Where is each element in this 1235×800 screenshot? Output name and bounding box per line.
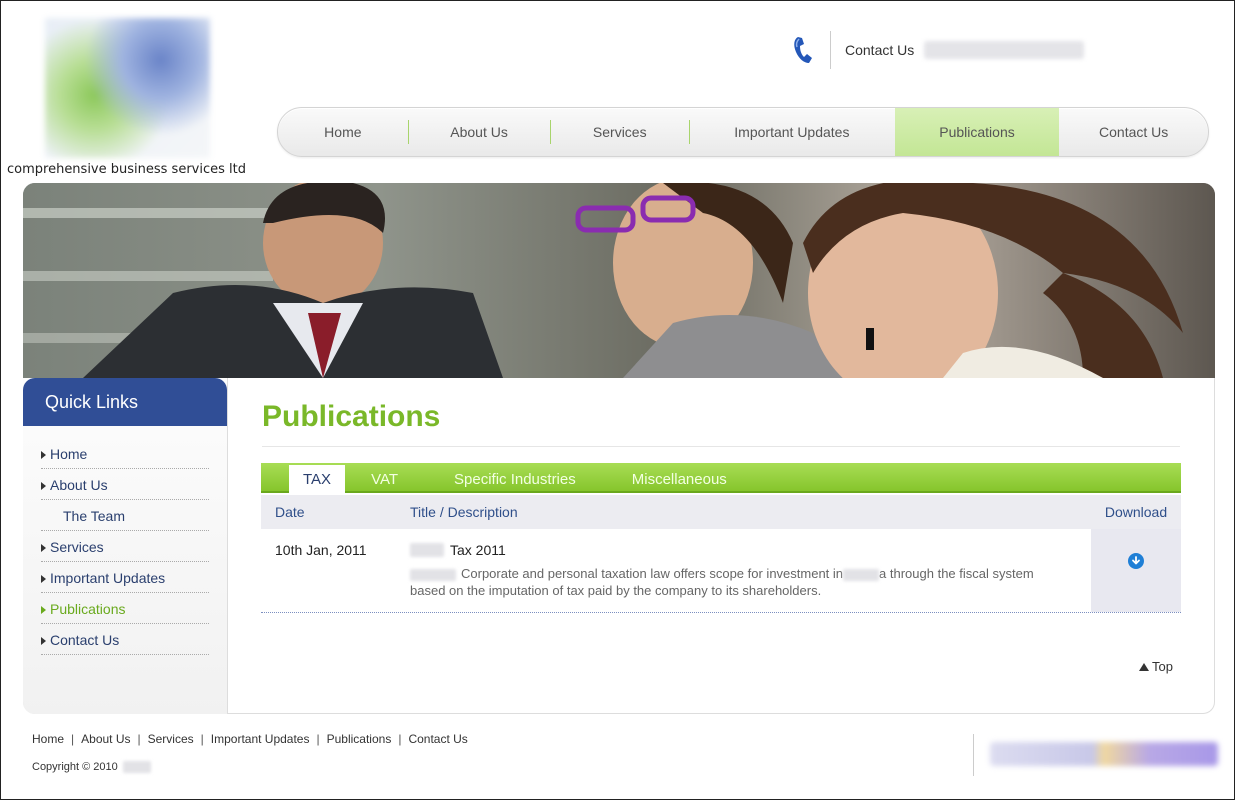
nav-services[interactable]: Services	[550, 108, 689, 156]
sidebar-item-contact-us[interactable]: Contact Us	[41, 624, 209, 655]
arrow-right-icon	[41, 606, 46, 614]
footer-link-contact-us[interactable]: Contact Us	[408, 732, 467, 746]
company-logo[interactable]	[45, 18, 210, 158]
footer-link-important-updates[interactable]: Important Updates	[211, 732, 310, 746]
copyright-notice: Copyright © 2010	[32, 761, 151, 773]
sidebar-item-label: Important Updates	[50, 570, 166, 586]
tab-miscellaneous[interactable]: Miscellaneous	[604, 465, 755, 493]
main-nav: Home About Us Services Important Updates…	[277, 107, 1209, 157]
hero-banner	[23, 183, 1215, 378]
nav-about-us[interactable]: About Us	[407, 108, 551, 156]
nav-publications[interactable]: Publications	[894, 108, 1060, 156]
arrow-right-icon	[41, 451, 46, 459]
sidebar-item-label: Publications	[50, 601, 126, 617]
footer-link-publications[interactable]: Publications	[327, 732, 392, 746]
sidebar-item-label: About Us	[50, 477, 108, 493]
arrow-right-icon	[41, 637, 46, 645]
nav-contact-us[interactable]: Contact Us	[1059, 108, 1208, 156]
row-download-cell	[1091, 529, 1181, 612]
table-row: 10th Jan, 2011 Tax 2011 Corporate and pe…	[261, 529, 1181, 613]
sidebar-item-label: The Team	[63, 508, 125, 524]
arrow-up-icon	[1139, 662, 1149, 671]
copyright-text: Copyright © 2010	[32, 761, 118, 773]
footer-separator: |	[137, 732, 141, 746]
arrow-right-icon	[41, 544, 46, 552]
arrow-right-icon	[41, 482, 46, 490]
quick-links-sidebar: Quick Links Home About Us The Team Servi…	[23, 378, 228, 714]
quick-links-title: Quick Links	[23, 378, 227, 426]
footer-link-home[interactable]: Home	[32, 732, 64, 746]
company-tagline: comprehensive business services ltd	[7, 162, 246, 177]
publication-tabs: TAX VAT Specific Industries Miscellaneou…	[261, 463, 1181, 493]
row-title-text: Tax 2011	[450, 542, 506, 558]
back-to-top-label: Top	[1152, 659, 1173, 674]
title-divider	[262, 446, 1180, 447]
footer-separator: |	[71, 732, 75, 746]
contact-label: Contact Us	[845, 42, 915, 58]
sidebar-item-home[interactable]: Home	[41, 438, 209, 469]
sidebar-item-publications[interactable]: Publications	[41, 593, 209, 624]
sidebar-item-label: Contact Us	[50, 632, 120, 648]
sidebar-item-important-updates[interactable]: Important Updates	[41, 562, 209, 593]
row-title-cell: Tax 2011 Corporate and personal taxation…	[410, 529, 1091, 612]
header-contact: Contact Us	[790, 30, 1085, 70]
redacted-text	[843, 568, 880, 581]
footer-nav: Home | About Us | Services | Important Upda…	[32, 732, 468, 746]
sidebar-item-about-us[interactable]: About Us	[41, 469, 209, 500]
tab-specific-industries[interactable]: Specific Industries	[426, 465, 604, 493]
footer-separator: |	[398, 732, 402, 746]
row-title[interactable]: Tax 2011	[410, 542, 1091, 558]
footer-link-services[interactable]: Services	[148, 732, 194, 746]
nav-important-updates[interactable]: Important Updates	[689, 108, 895, 156]
back-to-top-link[interactable]: Top	[1139, 659, 1173, 674]
phone-icon	[790, 35, 816, 65]
download-icon[interactable]	[1128, 553, 1144, 569]
tab-tax[interactable]: TAX	[289, 465, 346, 493]
page-title: Publications	[262, 400, 441, 433]
column-header-download: Download	[1104, 504, 1168, 520]
nav-home[interactable]: Home	[278, 108, 408, 156]
row-description: Corporate and personal taxation law offe…	[410, 565, 1060, 599]
sidebar-item-the-team[interactable]: The Team	[41, 500, 209, 531]
sidebar-item-services[interactable]: Services	[41, 531, 209, 562]
sidebar-item-label: Services	[50, 539, 104, 555]
redacted-text	[122, 761, 151, 773]
column-header-date: Date	[275, 504, 305, 520]
contact-divider	[830, 31, 831, 69]
table-header: Date Title / Description Download	[261, 495, 1181, 529]
redacted-text	[410, 568, 456, 581]
column-header-title: Title / Description	[410, 504, 518, 520]
row-date: 10th Jan, 2011	[275, 542, 367, 558]
footer-divider	[973, 734, 974, 776]
contact-phone-redacted	[924, 41, 1085, 59]
tab-vat[interactable]: VAT	[359, 465, 426, 493]
footer-link-about-us[interactable]: About Us	[81, 732, 130, 746]
footer-separator: |	[316, 732, 320, 746]
row-description-text: Corporate and personal taxation law offe…	[461, 566, 844, 581]
sidebar-item-label: Home	[50, 446, 88, 462]
footer-separator: |	[200, 732, 204, 746]
arrow-right-icon	[41, 575, 46, 583]
redacted-text	[410, 543, 444, 557]
footer-partner-logo[interactable]	[990, 742, 1218, 766]
